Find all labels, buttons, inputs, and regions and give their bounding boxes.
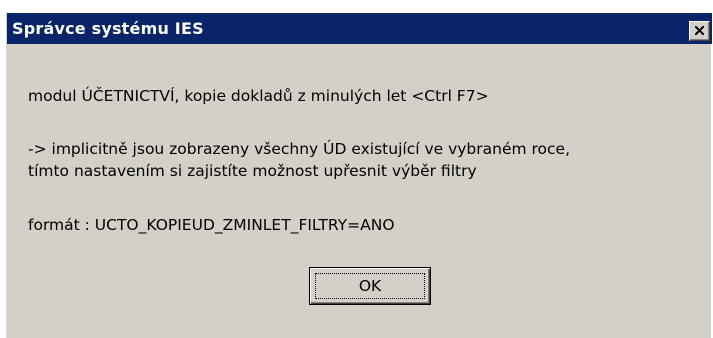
message-line-3: tímto nastavením si zajistíte možnost up… [28, 162, 477, 180]
dialog-window: Správce systému IES modul ÚČETNICTVÍ, ko… [6, 13, 712, 338]
ok-button[interactable]: OK [309, 267, 431, 305]
ok-button-label: OK [315, 273, 425, 299]
title-bar[interactable]: Správce systému IES [7, 13, 712, 44]
message-line-2: -> implicitně jsou zobrazeny všechny ÚD … [28, 140, 571, 158]
window-title: Správce systému IES [12, 19, 204, 38]
message-line-4: formát : UCTO_KOPIEUD_ZMINLET_FILTRY=ANO [28, 216, 395, 234]
message-line-1: modul ÚČETNICTVÍ, kopie dokladů z minulý… [28, 87, 489, 105]
close-button[interactable] [689, 21, 710, 41]
close-icon [695, 26, 704, 35]
